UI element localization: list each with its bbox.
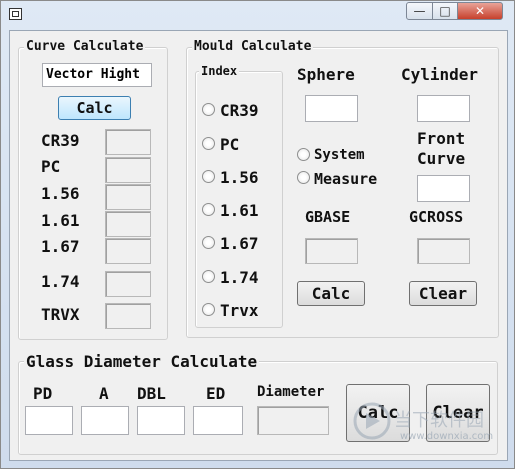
curve-label-1-61: 1.61: [41, 211, 80, 230]
curve-output-cr39: [105, 129, 151, 155]
curve-output-1-67: [105, 238, 151, 264]
index-radio-1-61[interactable]: [202, 203, 215, 216]
ed-input[interactable]: [193, 406, 243, 435]
index-label-1-56[interactable]: 1.56: [220, 168, 259, 187]
gbase-output: [305, 238, 358, 264]
index-radio-1-74[interactable]: [202, 270, 215, 283]
curve-output-trvx: [105, 303, 151, 329]
curve-label-cr39: CR39: [41, 131, 80, 150]
app-icon: [9, 8, 22, 20]
index-title: Index: [199, 64, 240, 78]
watermark-text-cn: 当下软件园: [394, 410, 484, 431]
index-label-1-61[interactable]: 1.61: [220, 201, 259, 220]
diameter-label: Diameter: [257, 384, 325, 400]
mould-clear-button[interactable]: Clear: [409, 281, 477, 306]
curve-label-1-56: 1.56: [41, 184, 80, 203]
gbase-label: GBASE: [305, 208, 351, 226]
front-curve-label-line2: Curve: [417, 149, 466, 168]
index-radio-trvx[interactable]: [202, 303, 215, 316]
measure-label[interactable]: Measure: [314, 170, 377, 188]
front-curve-label-line1: Front: [417, 129, 466, 148]
sphere-label: Sphere: [297, 65, 355, 84]
watermark-logo-icon: [353, 402, 391, 440]
pd-label: PD: [33, 384, 53, 403]
mould-calculate-title: Mould Calculate: [192, 39, 314, 54]
curve-label-pc: PC: [41, 157, 61, 176]
mould-calc-button[interactable]: Calc: [297, 281, 365, 306]
dbl-input[interactable]: [137, 406, 185, 435]
index-label-trvx[interactable]: Trvx: [220, 301, 259, 320]
minimize-button[interactable]: —: [406, 2, 433, 20]
index-label-cr39[interactable]: CR39: [220, 101, 259, 120]
maximize-button[interactable]: □: [432, 2, 458, 20]
index-label-1-74[interactable]: 1.74: [220, 268, 259, 287]
watermark-url: www.downxia.com: [400, 431, 494, 442]
a-label: A: [99, 384, 109, 403]
curve-output-1-61: [105, 211, 151, 237]
cylinder-input[interactable]: [417, 95, 470, 122]
app-window: — □ ✕ Curve Calculate Vector Hight Calc …: [0, 0, 515, 469]
index-label-pc[interactable]: PC: [220, 135, 239, 154]
curve-label-trvx: TRVX: [41, 305, 80, 324]
front-curve-input[interactable]: [417, 175, 470, 202]
sphere-input[interactable]: [305, 95, 358, 122]
close-button[interactable]: ✕: [457, 2, 503, 20]
index-radio-cr39[interactable]: [202, 103, 215, 116]
index-radio-pc[interactable]: [202, 137, 215, 150]
cylinder-label: Cylinder: [401, 65, 479, 84]
diameter-output: [257, 406, 329, 435]
gcross-label: GCROSS: [409, 208, 464, 226]
title-bar[interactable]: — □ ✕: [1, 1, 514, 29]
curve-label-1-74: 1.74: [41, 272, 80, 291]
pd-input[interactable]: [25, 406, 73, 435]
measure-radio[interactable]: [297, 171, 310, 184]
ed-label: ED: [206, 384, 226, 403]
curve-output-pc: [105, 157, 151, 183]
index-radio-1-67[interactable]: [202, 236, 215, 249]
index-label-1-67[interactable]: 1.67: [220, 234, 259, 253]
glass-diameter-title: Glass Diameter Calculate: [24, 352, 260, 371]
dbl-label: DBL: [137, 384, 166, 403]
gcross-output: [417, 238, 470, 264]
system-radio[interactable]: [297, 148, 310, 161]
curve-label-1-67: 1.67: [41, 237, 80, 256]
curve-calculate-title: Curve Calculate: [24, 39, 146, 54]
client-area: Curve Calculate Vector Hight Calc CR39 P…: [9, 30, 508, 461]
index-radio-1-56[interactable]: [202, 170, 215, 183]
curve-calc-button[interactable]: Calc: [58, 96, 131, 120]
vector-hight-input[interactable]: Vector Hight: [42, 63, 152, 87]
curve-output-1-74: [105, 271, 151, 297]
curve-output-1-56: [105, 184, 151, 210]
a-input[interactable]: [81, 406, 129, 435]
system-label[interactable]: System: [314, 147, 365, 163]
